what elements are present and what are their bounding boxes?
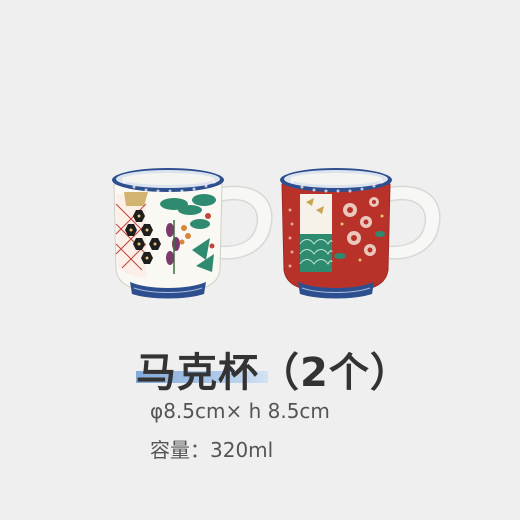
product-title-block: 马克杯（2个） [136,340,410,396]
product-card: 马克杯（2个） φ8.5cm× h 8.5cm 容量：320ml [0,0,520,520]
mug-patterned-red-icon [280,168,441,299]
capacity-value: 320ml [210,438,274,462]
mug-patterned-white-icon [112,168,273,299]
product-capacity: 容量：320ml [150,434,273,463]
product-size: φ8.5cm× h 8.5cm [150,399,330,423]
product-title: 马克杯（2个） [136,350,411,396]
capacity-label: 容量： [150,438,210,462]
